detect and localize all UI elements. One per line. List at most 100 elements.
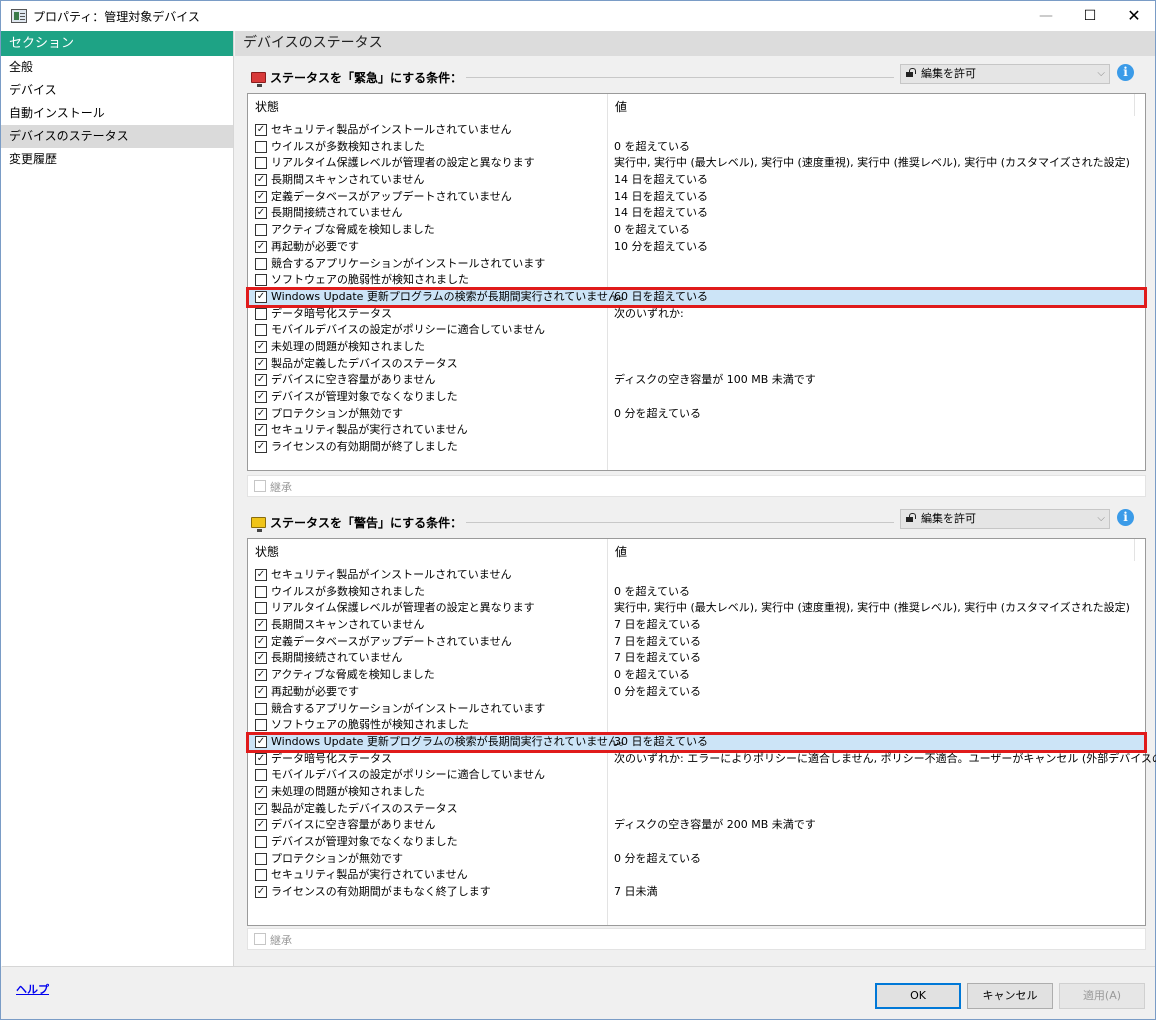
condition-checkbox[interactable]: ✓	[255, 424, 267, 437]
condition-checkbox[interactable]: ✓	[255, 819, 267, 832]
condition-row[interactable]: ✓ 未処理の問題が検知されました	[248, 784, 1145, 801]
maximize-button[interactable]: ☐	[1067, 1, 1113, 31]
condition-checkbox[interactable]: ✓	[255, 190, 267, 203]
condition-row[interactable]: リアルタイム保護レベルが管理者の設定と異なります 実行中, 実行中 (最大レベル)…	[248, 600, 1145, 617]
condition-checkbox[interactable]	[255, 836, 267, 848]
condition-checkbox[interactable]: ✓	[255, 886, 267, 899]
condition-checkbox[interactable]: ✓	[255, 569, 267, 581]
condition-checkbox[interactable]	[255, 585, 267, 598]
condition-checkbox[interactable]	[255, 257, 267, 270]
condition-row[interactable]: ✓ セキュリティ製品がインストールされていません	[248, 567, 1145, 584]
condition-checkbox[interactable]: ✓	[255, 290, 267, 303]
column-header-value[interactable]: 値	[615, 98, 627, 115]
condition-checkbox[interactable]	[255, 602, 267, 615]
help-link[interactable]: ヘルプ	[16, 981, 49, 997]
warning-inherit-checkbox[interactable]	[254, 933, 266, 945]
condition-row[interactable]: ✓ セキュリティ製品がインストールされていません	[248, 122, 1145, 139]
condition-checkbox[interactable]	[255, 274, 267, 287]
condition-checkbox[interactable]: ✓	[255, 391, 267, 403]
column-header-state[interactable]: 状態	[255, 543, 279, 560]
warning-edit-permission-select[interactable]: 編集を許可 ⌵	[900, 509, 1110, 529]
minimize-button[interactable]: —	[1023, 1, 1069, 31]
condition-row[interactable]: ✓ 長期間接続されていません 14 日を超えている	[248, 205, 1145, 222]
condition-checkbox[interactable]	[255, 702, 267, 715]
condition-row[interactable]: ✓ 定義データベースがアップデートされていません 14 日を超えている	[248, 189, 1145, 206]
condition-row[interactable]: リアルタイム保護レベルが管理者の設定と異なります 実行中, 実行中 (最大レベル)…	[248, 155, 1145, 172]
condition-checkbox[interactable]: ✓	[255, 785, 267, 798]
sidebar-item-auto-install[interactable]: 自動インストール	[1, 102, 233, 125]
column-header-state[interactable]: 状態	[255, 98, 279, 115]
sidebar-item-general[interactable]: 全般	[1, 56, 233, 79]
column-header-value[interactable]: 値	[615, 543, 627, 560]
ok-button[interactable]: OK	[875, 983, 961, 1009]
condition-row[interactable]: ✓ 長期間スキャンされていません 14 日を超えている	[248, 172, 1145, 189]
condition-row[interactable]: ウイルスが多数検知されました 0 を超えている	[248, 584, 1145, 601]
condition-checkbox[interactable]: ✓	[255, 407, 267, 420]
condition-row[interactable]: モバイルデバイスの設定がポリシーに適合していません	[248, 767, 1145, 784]
condition-row[interactable]: セキュリティ製品が実行されていません	[248, 867, 1145, 884]
condition-row[interactable]: ✓ 未処理の問題が検知されました	[248, 339, 1145, 356]
condition-checkbox[interactable]: ✓	[255, 340, 267, 353]
condition-row[interactable]: ✓ アクティブな脅威を検知しました 0 を超えている	[248, 667, 1145, 684]
condition-checkbox[interactable]: ✓	[255, 207, 267, 220]
condition-checkbox[interactable]: ✓	[255, 174, 267, 187]
condition-row[interactable]: ✓ ライセンスの有効期間がまもなく終了します 7 日未満	[248, 884, 1145, 901]
info-icon[interactable]: i	[1117, 509, 1134, 526]
condition-row[interactable]: ✓ デバイスに空き容量がありません ディスクの空き容量が 200 MB 未満です	[248, 817, 1145, 834]
condition-row[interactable]: ✓ セキュリティ製品が実行されていません	[248, 422, 1145, 439]
condition-checkbox[interactable]	[255, 769, 267, 782]
condition-row[interactable]: プロテクションが無効です 0 分を超えている	[248, 851, 1145, 868]
condition-checkbox[interactable]: ✓	[255, 374, 267, 387]
condition-row[interactable]: ウイルスが多数検知されました 0 を超えている	[248, 139, 1145, 156]
condition-row[interactable]: ✓ ライセンスの有効期間が終了しました	[248, 439, 1145, 456]
info-icon[interactable]: i	[1117, 64, 1134, 81]
condition-row[interactable]: ✓ 製品が定義したデバイスのステータス	[248, 356, 1145, 373]
condition-row[interactable]: デバイスが管理対象でなくなりました	[248, 834, 1145, 851]
condition-row[interactable]: ✓ プロテクションが無効です 0 分を超えている	[248, 406, 1145, 423]
close-button[interactable]: ✕	[1111, 1, 1156, 31]
condition-row[interactable]: ✓ Windows Update 更新プログラムの検索が長期間実行されていません。…	[246, 286, 1147, 308]
condition-row[interactable]: ソフトウェアの脆弱性が検知されました	[248, 717, 1145, 734]
condition-checkbox[interactable]: ✓	[255, 635, 267, 648]
condition-checkbox[interactable]: ✓	[255, 619, 267, 632]
sidebar-item-device[interactable]: デバイス	[1, 79, 233, 102]
condition-row[interactable]: ✓ 長期間スキャンされていません 7 日を超えている	[248, 617, 1145, 634]
condition-checkbox[interactable]: ✓	[255, 669, 267, 682]
sidebar-item-history[interactable]: 変更履歴	[1, 148, 233, 171]
condition-row[interactable]: ✓ 再起動が必要です 0 分を超えている	[248, 684, 1145, 701]
condition-row[interactable]: アクティブな脅威を検知しました 0 を超えている	[248, 222, 1145, 239]
condition-checkbox[interactable]: ✓	[255, 802, 267, 815]
condition-row[interactable]: ✓ デバイスが管理対象でなくなりました	[248, 389, 1145, 406]
condition-row[interactable]: ✓ 定義データベースがアップデートされていません 7 日を超えている	[248, 634, 1145, 651]
condition-checkbox[interactable]: ✓	[255, 357, 267, 370]
condition-checkbox[interactable]	[255, 719, 267, 732]
condition-checkbox[interactable]	[255, 307, 267, 320]
condition-checkbox[interactable]: ✓	[255, 124, 267, 136]
condition-row[interactable]: ✓ デバイスに空き容量がありません ディスクの空き容量が 100 MB 未満です	[248, 372, 1145, 389]
condition-row[interactable]: 競合するアプリケーションがインストールされています	[248, 256, 1145, 273]
condition-checkbox[interactable]	[255, 852, 267, 865]
condition-row[interactable]: モバイルデバイスの設定がポリシーに適合していません	[248, 322, 1145, 339]
condition-checkbox[interactable]	[255, 869, 267, 882]
condition-row[interactable]: 競合するアプリケーションがインストールされています	[248, 701, 1145, 718]
condition-row[interactable]: ✓ データ暗号化ステータス 次のいずれか: エラーによりポリシーに適合しません, ポ…	[248, 751, 1156, 768]
condition-checkbox[interactable]	[255, 324, 267, 337]
cancel-button[interactable]: キャンセル	[967, 983, 1053, 1009]
condition-checkbox[interactable]: ✓	[255, 752, 267, 765]
condition-checkbox[interactable]: ✓	[255, 652, 267, 665]
condition-checkbox[interactable]	[255, 157, 267, 170]
condition-checkbox[interactable]	[255, 224, 267, 237]
condition-checkbox[interactable]: ✓	[255, 240, 267, 253]
condition-row[interactable]: ソフトウェアの脆弱性が検知されました	[248, 272, 1145, 289]
condition-checkbox[interactable]: ✓	[255, 735, 267, 748]
apply-button[interactable]: 適用(A)	[1059, 983, 1145, 1009]
condition-row[interactable]: ✓ 長期間接続されていません 7 日を超えている	[248, 650, 1145, 667]
condition-checkbox[interactable]: ✓	[255, 441, 267, 454]
critical-inherit-checkbox[interactable]	[254, 480, 266, 492]
condition-row[interactable]: ✓ 製品が定義したデバイスのステータス	[248, 801, 1145, 818]
condition-row[interactable]: ✓ Windows Update 更新プログラムの検索が長期間実行されていません。…	[246, 731, 1147, 753]
condition-row[interactable]: データ暗号化ステータス 次のいずれか:	[248, 306, 1145, 323]
condition-checkbox[interactable]	[255, 140, 267, 153]
condition-row[interactable]: ✓ 再起動が必要です 10 分を超えている	[248, 239, 1145, 256]
critical-edit-permission-select[interactable]: 編集を許可 ⌵	[900, 64, 1110, 84]
